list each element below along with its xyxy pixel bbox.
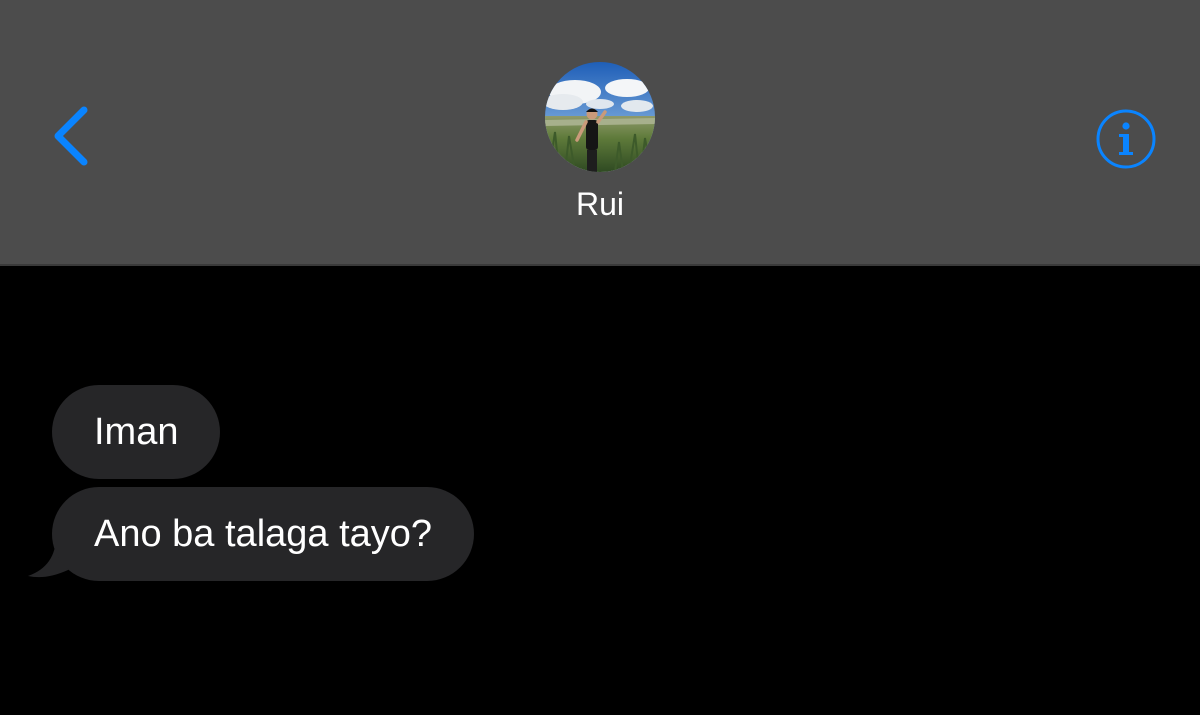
contact-name[interactable]: Rui: [0, 184, 1200, 224]
avatar[interactable]: [545, 62, 655, 172]
incoming-message-bubble[interactable]: Iman: [52, 385, 221, 479]
info-circle-icon: [1096, 109, 1156, 169]
chevron-left-icon: [54, 106, 88, 166]
contact-photo: [545, 62, 655, 172]
conversation-header: Rui: [0, 0, 1200, 266]
incoming-message-bubble[interactable]: Ano ba talaga tayo?: [52, 487, 475, 581]
message-thread[interactable]: Iman Ano ba talaga tayo?: [0, 266, 1200, 715]
back-button[interactable]: [40, 96, 110, 176]
messages-conversation-screen: Rui Iman Ano ba talaga tayo?: [0, 0, 1200, 715]
info-button[interactable]: [1094, 107, 1158, 171]
